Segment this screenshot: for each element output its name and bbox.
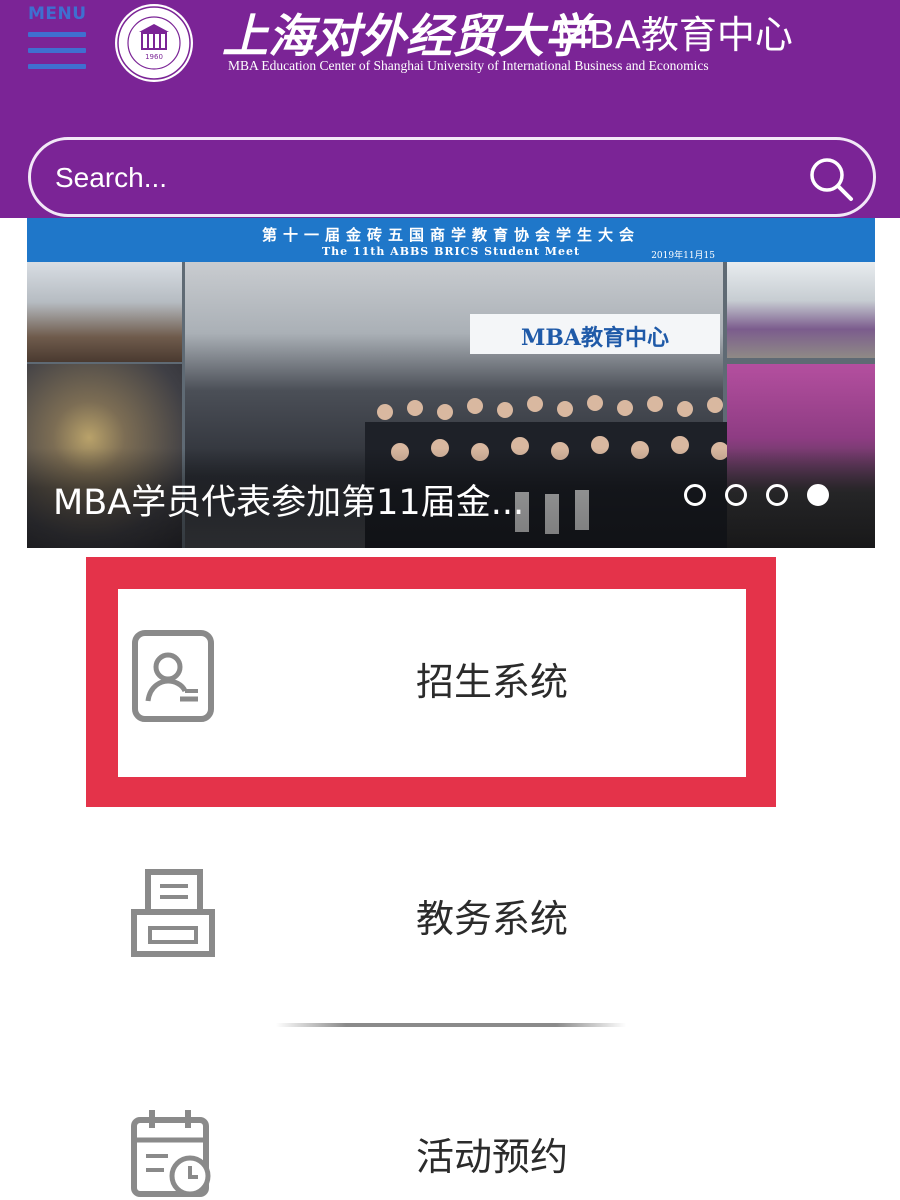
printer-icon bbox=[131, 869, 215, 957]
center-name-en: MBA Education Center of Shanghai Univers… bbox=[228, 58, 709, 73]
list-divider bbox=[276, 1023, 626, 1027]
menu-icon-bar bbox=[28, 64, 86, 69]
menu-item-academic[interactable]: 教务系统 bbox=[118, 826, 746, 1014]
carousel-dot[interactable] bbox=[766, 484, 788, 506]
carousel-dot-active[interactable] bbox=[807, 484, 829, 506]
menu-item-admissions[interactable]: 招生系统 bbox=[118, 589, 746, 777]
menu-item-event-booking[interactable]: 活动预约 bbox=[118, 1064, 746, 1197]
carousel-dot[interactable] bbox=[684, 484, 706, 506]
user-card-icon bbox=[132, 630, 214, 722]
banner-headline-en: The 11th ABBS BRICS Student Meet bbox=[321, 245, 581, 258]
menu-item-label: 活动预约 bbox=[416, 1135, 569, 1179]
banner-headline-strip: 第十一届金砖五国商学教育协会学生大会 The 11th ABBS BRICS S… bbox=[27, 218, 875, 262]
menu-icon-bar bbox=[28, 48, 86, 53]
search-bar bbox=[28, 137, 876, 217]
menu-item-label: 招生系统 bbox=[416, 660, 569, 704]
banner-caption[interactable]: MBA学员代表参加第11届金... bbox=[53, 474, 524, 525]
banner-photo bbox=[727, 262, 875, 358]
menu-label: MENU bbox=[28, 4, 87, 24]
center-name: MBA教育中心 bbox=[556, 13, 793, 57]
menu-icon-bar bbox=[28, 32, 86, 37]
university-seal-logo: 1960 bbox=[115, 4, 193, 82]
banner-date: 2019年11月15 bbox=[651, 251, 715, 261]
banner-photo bbox=[27, 262, 182, 362]
carousel-dots bbox=[684, 484, 829, 506]
building-sign: MBA教育中心 bbox=[470, 314, 720, 354]
university-name-cn: 上海对外经贸大学 bbox=[222, 9, 590, 63]
carousel-dot[interactable] bbox=[725, 484, 747, 506]
banner-headline-cn: 第十一届金砖五国商学教育协会学生大会 bbox=[261, 226, 640, 244]
news-carousel[interactable]: MBA教育中心 第十一届金砖五国商学教育协会学生大会 The 11th ABBS… bbox=[27, 218, 875, 548]
menu-button[interactable]: MENU bbox=[26, 4, 92, 70]
menu-item-label: 教务系统 bbox=[416, 897, 569, 941]
search-input[interactable] bbox=[55, 158, 755, 198]
building-sign-text: MBA教育中心 bbox=[520, 325, 670, 351]
app-header: MENU 1960 上海对外经贸大学 MBA教育中心 MBA Education… bbox=[0, 0, 900, 218]
logo-year: 1960 bbox=[145, 53, 163, 61]
calendar-clock-icon bbox=[131, 1110, 211, 1197]
search-icon[interactable] bbox=[805, 153, 857, 205]
